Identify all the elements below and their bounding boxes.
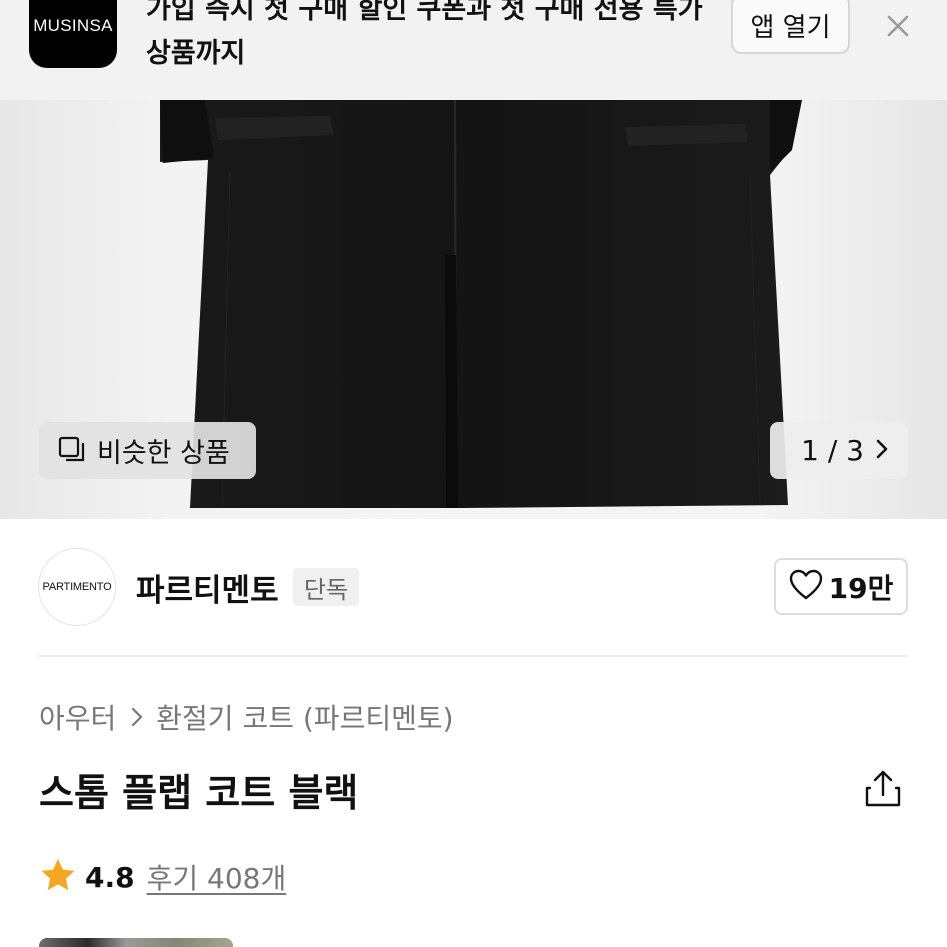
heart-icon [789,569,823,605]
brand-logo-text: PARTIMENTO [42,581,112,593]
app-install-banner: MUSINSA 가입 즉시 첫 구매 할인 쿠폰과 첫 구매 전용 특가 상품까… [0,0,947,100]
app-logo-text: MUSINSA [33,16,113,35]
star-icon [39,857,77,897]
breadcrumb: 아우터 환절기 코트 (파르티멘토) [39,697,454,737]
banner-promo-text: 가입 즉시 첫 구매 할인 쿠폰과 첫 구매 전용 특가 상품까지 [146,0,703,69]
breadcrumb-item-outer[interactable]: 아우터 [39,697,116,737]
like-button[interactable]: 19만 [774,558,908,615]
similar-products-label: 비슷한 상품 [97,438,230,469]
section-divider [39,655,908,657]
rating-score: 4.8 [85,860,135,894]
brand-logo[interactable]: PARTIMENTO [38,548,116,626]
image-pager[interactable]: 1 / 3 [770,422,908,479]
exclusive-badge: 단독 [293,568,359,606]
rating-row: 4.8 후기 408개 [39,857,286,897]
chevron-right-icon [874,438,890,464]
copy-icon [57,434,87,468]
like-count: 19만 [828,571,894,605]
pager-text: 1 / 3 [801,434,864,467]
open-app-button[interactable]: 앱 열기 [731,0,850,54]
close-icon[interactable] [880,8,916,44]
brand-name[interactable]: 파르티멘토 [136,565,279,610]
product-title: 스톰 플랩 코트 블랙 [39,771,359,815]
musinsa-logo[interactable]: MUSINSA [29,0,117,68]
similar-products-button[interactable]: 비슷한 상품 [39,422,256,479]
chevron-right-icon [130,706,144,728]
breadcrumb-item-category[interactable]: 환절기 코트 (파르티멘토) [156,697,453,737]
reviews-link[interactable]: 후기 408개 [147,857,287,897]
share-icon[interactable] [862,768,904,810]
review-thumbnail[interactable] [39,938,233,947]
